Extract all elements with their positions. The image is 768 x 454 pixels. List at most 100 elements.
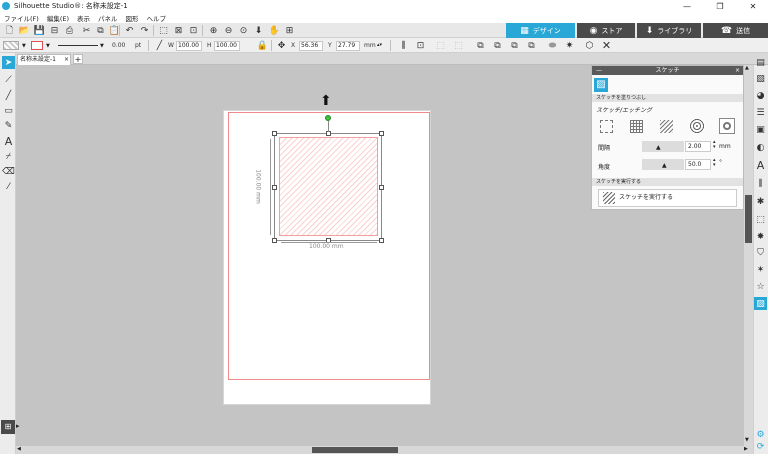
eyedropper-icon[interactable]: ⁄ bbox=[2, 180, 15, 193]
star-outline-icon[interactable]: ☆ bbox=[754, 280, 767, 293]
vertical-scrollbar[interactable]: ▲ ▼ bbox=[744, 65, 753, 446]
document-tab-close[interactable]: × bbox=[64, 55, 69, 65]
menu-file[interactable]: ファイル(F) bbox=[4, 13, 39, 23]
angle-field[interactable]: 50.0 bbox=[685, 159, 711, 170]
rotate-handle[interactable] bbox=[325, 115, 331, 121]
resize-handle[interactable] bbox=[379, 238, 384, 243]
line-width-value[interactable]: 0.00 bbox=[112, 42, 125, 49]
bring-forward-icon[interactable]: ⧉ bbox=[508, 39, 521, 52]
save-icon[interactable]: 💾 bbox=[33, 24, 46, 37]
replicate-icon[interactable]: ✱ bbox=[754, 195, 767, 208]
scroll-down-icon[interactable]: ▼ bbox=[745, 437, 749, 443]
fit-page-icon[interactable]: ⊞ bbox=[283, 24, 296, 37]
weld-icon[interactable]: ⬬ bbox=[546, 39, 559, 52]
sketch-panel-icon[interactable]: ▨ bbox=[754, 297, 767, 310]
undo-icon[interactable]: ↶ bbox=[123, 24, 136, 37]
line-color-dropdown-icon[interactable]: ▼ bbox=[46, 43, 50, 49]
pattern-concentric-square-option[interactable] bbox=[719, 118, 735, 134]
select-all-icon[interactable]: ⬚ bbox=[157, 24, 170, 37]
spacing-slider-thumb[interactable]: ▲ bbox=[656, 144, 661, 151]
x-field[interactable]: 56.36 bbox=[299, 41, 323, 51]
knife-icon[interactable]: ⌿ bbox=[2, 150, 15, 163]
pattern-hatch-option[interactable] bbox=[660, 120, 673, 133]
y-field[interactable]: 27.79 bbox=[336, 41, 360, 51]
rhinestone-panel-icon[interactable]: ✶ bbox=[754, 263, 767, 276]
line-draw-icon[interactable]: ╱ bbox=[2, 89, 15, 102]
new-file-icon[interactable]: 🗋 bbox=[3, 24, 16, 37]
panel-close-icon[interactable]: × bbox=[735, 66, 740, 75]
resize-handle[interactable] bbox=[272, 131, 277, 136]
pattern-none-option[interactable] bbox=[600, 120, 613, 133]
point-edit-icon[interactable]: ⟋ bbox=[2, 73, 15, 86]
page-setup-icon[interactable]: ▤ bbox=[754, 56, 767, 69]
image-panel-icon[interactable]: ▧ bbox=[754, 72, 767, 85]
align-page-icon[interactable]: ⊡ bbox=[414, 39, 427, 52]
group-icon[interactable]: ⬚ bbox=[434, 39, 447, 52]
panel-minimize-icon[interactable]: — bbox=[596, 66, 602, 75]
align-panel-icon[interactable]: ⫼ bbox=[754, 177, 767, 190]
horizontal-scrollbar[interactable]: ◀ ▶ bbox=[16, 446, 753, 454]
menu-panel[interactable]: パネル bbox=[98, 13, 118, 23]
eraser-icon[interactable]: ⌫ bbox=[2, 165, 15, 178]
send-backward-icon[interactable]: ⧉ bbox=[525, 39, 538, 52]
resize-handle[interactable] bbox=[379, 185, 384, 190]
resize-handle[interactable] bbox=[379, 131, 384, 136]
menu-view[interactable]: 表示 bbox=[77, 13, 90, 23]
cut-icon[interactable]: ✂ bbox=[80, 24, 93, 37]
line-style-dropdown-icon[interactable]: ▼ bbox=[100, 43, 104, 49]
minimize-button[interactable]: — bbox=[672, 0, 702, 12]
zoom-out-icon[interactable]: ⊖ bbox=[222, 24, 235, 37]
vertical-scroll-thumb[interactable] bbox=[745, 195, 752, 243]
scroll-left-icon[interactable]: ◀ bbox=[17, 446, 21, 452]
send-back-icon[interactable]: ⧉ bbox=[491, 39, 504, 52]
tab-design[interactable]: ▦ デザイン bbox=[506, 23, 575, 38]
scroll-up-icon[interactable]: ▲ bbox=[745, 65, 749, 71]
lock-aspect-icon[interactable]: 🔒 bbox=[256, 39, 269, 52]
add-tab-button[interactable]: + bbox=[73, 54, 83, 64]
align-center-icon[interactable]: ⫼ bbox=[397, 39, 410, 52]
fill-panel-icon[interactable]: ▣ bbox=[754, 123, 767, 136]
pattern-concentric-circle-option[interactable] bbox=[689, 118, 705, 134]
menu-help[interactable]: ヘルプ bbox=[147, 13, 167, 23]
maximize-button[interactable]: ❐ bbox=[705, 0, 735, 12]
redo-icon[interactable]: ↷ bbox=[138, 24, 151, 37]
tab-send[interactable]: ☎ 送信 bbox=[703, 23, 768, 38]
text-tool-icon[interactable]: A bbox=[2, 135, 15, 148]
pan-down-icon[interactable]: ⬇ bbox=[252, 24, 265, 37]
text-style-icon[interactable]: A bbox=[754, 159, 767, 172]
pencil-icon[interactable]: ✎ bbox=[2, 119, 15, 132]
fill-dropdown-icon[interactable]: ▼ bbox=[22, 43, 26, 49]
zoom-select-icon[interactable]: ⊙ bbox=[237, 24, 250, 37]
select-by-color-icon[interactable]: ⊡ bbox=[187, 24, 200, 37]
bring-front-icon[interactable]: ⧉ bbox=[474, 39, 487, 52]
copy-icon[interactable]: ⧉ bbox=[94, 24, 107, 37]
resize-handle[interactable] bbox=[272, 185, 277, 190]
offset-star-icon[interactable]: ✸ bbox=[754, 230, 767, 243]
fill-color-swatch[interactable] bbox=[3, 41, 19, 50]
zoom-in-icon[interactable]: ⊕ bbox=[207, 24, 220, 37]
hand-tool-icon[interactable]: ✋ bbox=[268, 24, 281, 37]
print-icon[interactable]: ⎙ bbox=[63, 24, 76, 37]
gradient-icon[interactable]: ◐ bbox=[754, 141, 767, 154]
refresh-icon[interactable]: ⟳ bbox=[754, 440, 767, 453]
spacing-slider[interactable]: ▲ bbox=[642, 141, 684, 152]
close-window-button[interactable]: ✕ bbox=[738, 0, 768, 12]
color-palette-icon[interactable]: ◕ bbox=[754, 89, 767, 102]
run-sketch-section[interactable]: スケッチを実行する bbox=[592, 178, 743, 186]
select-tool-icon[interactable]: ➤ bbox=[2, 56, 15, 69]
horizontal-scroll-thumb[interactable] bbox=[312, 447, 398, 453]
deselect-icon[interactable]: ⊠ bbox=[172, 24, 185, 37]
unit-stepper-icon[interactable]: ▴▾ bbox=[377, 42, 382, 48]
sketch-fill-section[interactable]: スケッチを塗りつぶし bbox=[592, 94, 743, 102]
rectangle-tool-icon[interactable]: ▭ bbox=[2, 104, 15, 117]
width-field[interactable]: 100.00 bbox=[176, 41, 202, 51]
line-style-selector[interactable] bbox=[58, 45, 98, 46]
angle-slider-thumb[interactable]: ▲ bbox=[662, 162, 667, 169]
document-tab[interactable]: 名称未設定-1 × bbox=[17, 54, 71, 65]
menu-shape[interactable]: 図形 bbox=[126, 13, 139, 23]
3d-box-icon[interactable]: ⬡ bbox=[583, 39, 596, 52]
library-expand-icon[interactable]: ▸ bbox=[16, 422, 20, 430]
save-library-icon[interactable]: ⊟ bbox=[48, 24, 61, 37]
angle-slider[interactable]: ▲ bbox=[642, 159, 684, 170]
spacing-stepper-icon[interactable]: ▴ ▾ bbox=[713, 140, 716, 150]
